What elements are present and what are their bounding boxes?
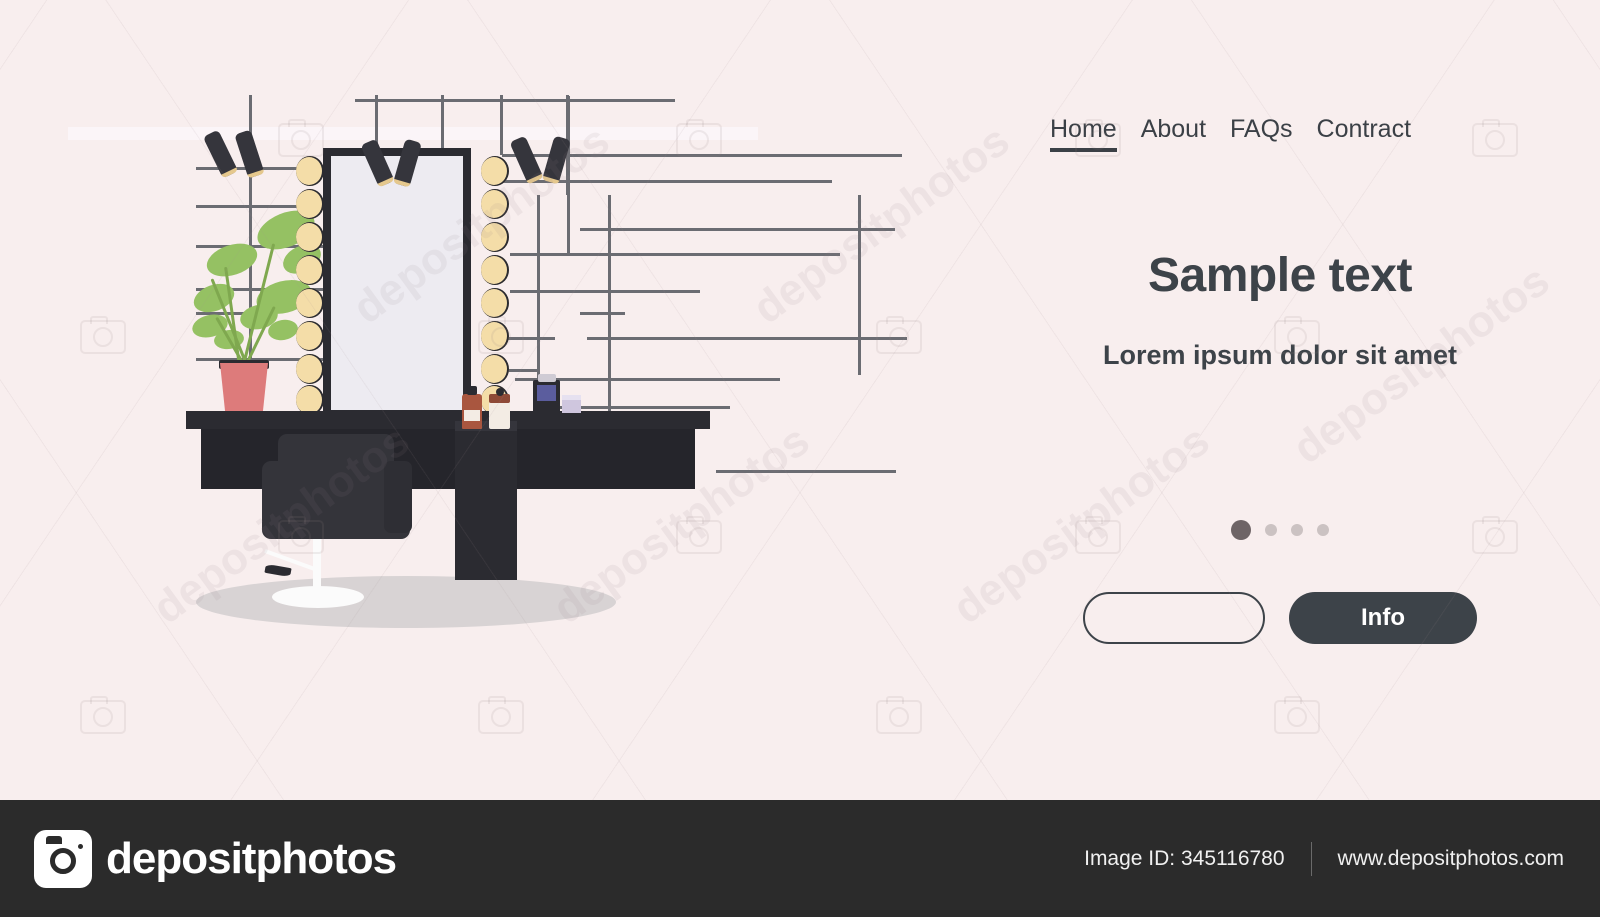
main-navigation: Home About FAQs Contract (1050, 115, 1411, 152)
page-title: Sample text (1148, 249, 1412, 302)
decor-line (510, 253, 840, 256)
ceiling-band (68, 127, 758, 140)
plant-pot (220, 363, 268, 418)
mirror-bulb (481, 156, 509, 186)
short-bottle (489, 388, 510, 429)
website-url[interactable]: www.depositphotos.com (1338, 847, 1564, 871)
brand-name: depositphotos (106, 833, 397, 883)
counter-top (186, 411, 710, 429)
chair-footplate (264, 563, 292, 578)
mirror-bulb (481, 354, 509, 384)
mirror-glass (331, 156, 463, 410)
footer-meta: Image ID: 345116780 www.depositphotos.co… (1084, 841, 1564, 876)
chair-base (272, 586, 364, 608)
decor-line (567, 96, 570, 256)
mirror-bulb (296, 156, 324, 186)
decor-line (441, 95, 444, 153)
camera-lens (50, 847, 76, 874)
chair-armrest (384, 461, 412, 533)
carousel-dot-1[interactable] (1231, 520, 1251, 540)
camera-flash-dot (78, 843, 83, 849)
hero-content: Home About FAQs Contract Sample text Lor… (960, 0, 1600, 800)
decor-line (355, 99, 675, 102)
carousel-dots (960, 520, 1600, 540)
screenshot-root: Home About FAQs Contract Sample text Lor… (0, 0, 1600, 917)
nav-item-faqs[interactable]: FAQs (1230, 115, 1293, 152)
mirror-bulb (296, 321, 324, 351)
image-id-label: Image ID: 345116780 (1084, 846, 1285, 870)
mirror-bulb (296, 354, 324, 384)
camera-viewfinder (46, 835, 62, 844)
mirror-bulb (481, 189, 509, 219)
info-button[interactable]: Info (1289, 592, 1477, 644)
nav-item-home[interactable]: Home (1050, 115, 1117, 152)
carousel-dot-3[interactable] (1291, 524, 1303, 536)
device-cap (538, 374, 556, 382)
decor-line (580, 312, 625, 315)
decor-line (608, 195, 611, 440)
camera-icon (34, 829, 92, 888)
carousel-dot-2[interactable] (1265, 524, 1277, 536)
styling-device-icon (533, 380, 560, 413)
tall-bottle (462, 386, 482, 429)
decor-line (580, 228, 895, 231)
carousel-dot-4[interactable] (1317, 524, 1329, 536)
mirror-bulb (296, 189, 324, 219)
decor-line (716, 470, 896, 473)
mirror-bulb (296, 255, 324, 285)
decor-line (858, 195, 861, 375)
nav-item-about[interactable]: About (1141, 115, 1206, 152)
footer-divider (1310, 841, 1312, 876)
footer-bar: depositphotos Image ID: 345116780 www.de… (0, 800, 1600, 917)
vanity-pedestal (455, 425, 517, 580)
secondary-button[interactable] (1083, 592, 1265, 644)
nav-item-contract[interactable]: Contract (1317, 115, 1411, 152)
bottle-label (464, 410, 480, 421)
mirror-bulb (481, 222, 509, 252)
mirror-bulb (296, 222, 324, 252)
makeup-mirror (323, 148, 471, 416)
device-screen (537, 385, 556, 401)
decor-line (500, 95, 503, 155)
mirror-bulb (481, 288, 509, 318)
floor-shadow (196, 576, 616, 628)
page-subtitle: Lorem ipsum dolor sit amet (1102, 340, 1458, 370)
spotlight-icon (509, 135, 544, 185)
depositphotos-logo: depositphotos (34, 829, 397, 888)
salon-illustration (0, 0, 960, 800)
cosmetic-box (562, 395, 581, 413)
mirror-bulb (296, 288, 324, 318)
cta-button-group: Info (960, 592, 1600, 644)
cosmetic-box-lid (562, 395, 581, 400)
mirror-bulb (481, 321, 509, 351)
bottle-cap (467, 386, 477, 395)
mirror-bulb (481, 255, 509, 285)
bottle-knob (496, 388, 504, 396)
